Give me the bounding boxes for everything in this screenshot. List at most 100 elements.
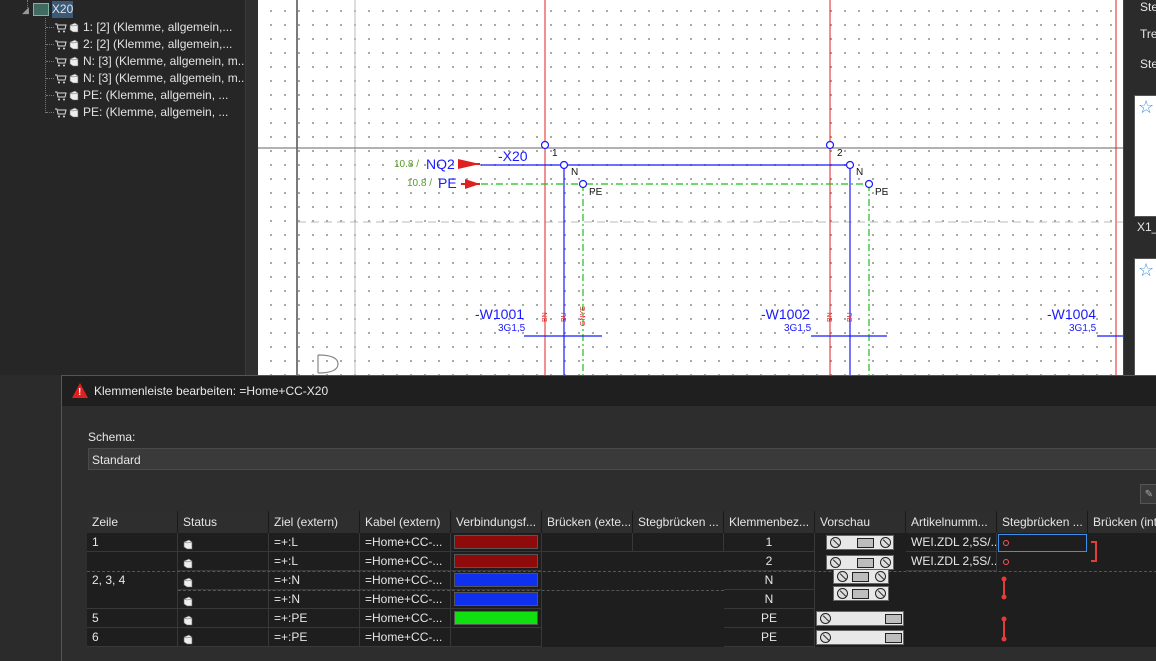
tree-item-terminal[interactable]: N: [3] (Klemme, allgemein, m...	[55, 53, 248, 70]
tree-item-terminal[interactable]: N: [3] (Klemme, allgemein, m...	[55, 70, 248, 87]
right-panel-item[interactable]: Tre	[1140, 27, 1156, 41]
terminal-preview	[816, 611, 904, 626]
col-header-ziel[interactable]: Ziel (extern)	[269, 511, 360, 533]
terminal-box-icon	[857, 558, 874, 568]
core-label: BU	[561, 312, 568, 322]
tree-item-terminal[interactable]: PE: (Klemme, allgemein, ...	[55, 104, 228, 121]
cell-artikelnummer[interactable]: WEI.ZDL 2,5S/...	[906, 533, 997, 552]
schema-select[interactable]: Standard	[88, 448, 1156, 470]
col-header-zeile[interactable]: Zeile	[87, 511, 178, 533]
cell-ziel[interactable]: =+:N	[269, 571, 360, 590]
cross-ref-nq2[interactable]: 10.8 /	[394, 159, 419, 170]
cell-kabel[interactable]: =Home+CC-...	[360, 609, 451, 628]
col-header-artikelnummer[interactable]: Artikelnumm...	[906, 511, 997, 533]
col-header-stegbruecken-intern[interactable]: Stegbrücken ...	[997, 511, 1088, 533]
cell-klemmenbez[interactable]: 2	[724, 552, 815, 571]
dialog-titlebar[interactable]: ! Klemmenleiste bearbeiten: =Home+CC-X20	[62, 376, 1156, 406]
cell-klemmenbez[interactable]: N	[724, 590, 815, 609]
cell-status[interactable]	[178, 571, 269, 590]
thumbnail-box[interactable]: ☆	[1134, 95, 1156, 217]
screw-icon	[875, 571, 886, 582]
right-panel-item[interactable]: Ste	[1140, 57, 1156, 71]
tree-item-terminal[interactable]: 2: [2] (Klemme, allgemein,...	[55, 36, 232, 53]
terminal-point	[864, 179, 874, 189]
col-header-klemmenbez[interactable]: Klemmenbez...	[724, 511, 815, 533]
col-header-bruecken-extern[interactable]: Brücken (exte...	[542, 511, 633, 533]
cell-zeile[interactable]: 5	[87, 609, 178, 628]
color-swatch	[454, 611, 538, 625]
cell-color[interactable]	[451, 590, 542, 609]
terminal-cube-icon	[183, 596, 193, 607]
terminal-grid[interactable]: Zeile Status Ziel (extern) Kabel (extern…	[87, 511, 1156, 647]
tree-line	[46, 95, 54, 96]
expand-arrow-icon[interactable]: ◢	[22, 5, 29, 15]
col-header-status[interactable]: Status	[178, 511, 269, 533]
tree-item-terminal[interactable]: PE: (Klemme, allgemein, ...	[55, 87, 228, 104]
col-header-kabel[interactable]: Kabel (extern)	[360, 511, 451, 533]
cell-kabel[interactable]: =Home+CC-...	[360, 533, 451, 552]
selected-cell[interactable]	[998, 534, 1087, 552]
favorite-star-icon[interactable]: ☆	[1138, 98, 1154, 116]
terminal-cube-icon	[69, 56, 79, 67]
tree-item-terminal[interactable]: 1: [2] (Klemme, allgemein,...	[55, 19, 232, 36]
tree-node-x20[interactable]: ◢ X20	[22, 1, 74, 18]
cell-color[interactable]	[451, 533, 542, 552]
cell-kabel[interactable]: =Home+CC-...	[360, 571, 451, 590]
terminal-cube-icon	[69, 73, 79, 84]
core-label: BN	[542, 312, 549, 322]
cell-status[interactable]	[178, 628, 269, 647]
cell-status[interactable]	[178, 609, 269, 628]
cross-ref-pe[interactable]: 10.8 /	[407, 178, 432, 189]
cable-name-w1001[interactable]: -W1001	[475, 306, 524, 322]
schematic-drawing	[258, 0, 1123, 375]
cell-status[interactable]	[178, 533, 269, 552]
right-panel-item[interactable]: Ste	[1140, 0, 1156, 14]
cell-zeile[interactable]: 2, 3, 4	[87, 552, 178, 609]
cell-zeile[interactable]: 6	[87, 628, 178, 647]
cell-color[interactable]	[451, 609, 542, 628]
cell-klemmenbez[interactable]: N	[724, 571, 815, 590]
terminal-preview	[816, 630, 904, 645]
terminal-pe-right: PE	[875, 187, 889, 198]
color-swatch	[454, 573, 538, 587]
cell-kabel[interactable]: =Home+CC-...	[360, 628, 451, 647]
col-header-stegbruecken-extern[interactable]: Stegbrücken ...	[633, 511, 724, 533]
core-label: BU	[847, 312, 854, 322]
cell-kabel[interactable]: =Home+CC-...	[360, 590, 451, 609]
cell-klemmenbez[interactable]: PE	[724, 609, 815, 628]
terminal-strip-dialog: ! Klemmenleiste bearbeiten: =Home+CC-X20…	[61, 375, 1156, 661]
terminal-strip-label: -X20	[498, 148, 528, 164]
terminal-box-icon	[852, 572, 869, 582]
tree-scrollbar[interactable]	[245, 0, 258, 375]
project-tree-panel: ◢ X20 1: [2] (Klemme, allgemein,... 2: [2]…	[0, 0, 248, 375]
cell-ziel[interactable]: =+:PE	[269, 628, 360, 647]
cell-color[interactable]	[451, 628, 542, 647]
col-header-bruecken-intern[interactable]: Brücken (int	[1088, 511, 1156, 533]
cell-zeile[interactable]: 1	[87, 533, 178, 552]
cell-status[interactable]	[178, 552, 269, 571]
cell-kabel[interactable]: =Home+CC-...	[360, 552, 451, 571]
col-header-vorschau[interactable]: Vorschau	[815, 511, 906, 533]
cell-ziel[interactable]: =+:N	[269, 590, 360, 609]
edit-tool-icon[interactable]: ✎	[1140, 484, 1156, 504]
cell-color[interactable]	[451, 571, 542, 590]
cell-stegbruecken-extern[interactable]	[633, 533, 724, 552]
cable-name-w1002[interactable]: -W1002	[761, 306, 810, 322]
dialog-title: Klemmenleiste bearbeiten: =Home+CC-X20	[94, 384, 329, 398]
cell-klemmenbez[interactable]: PE	[724, 628, 815, 647]
cell-klemmenbez[interactable]: 1	[724, 533, 815, 552]
cell-ziel[interactable]: =+:PE	[269, 609, 360, 628]
col-header-verbindungsfarbe[interactable]: Verbindungsf...	[451, 511, 542, 533]
cell-bruecken-extern[interactable]	[542, 533, 633, 552]
cell-ziel[interactable]: =+:L	[269, 533, 360, 552]
cable-name-w1004[interactable]: -W1004	[1047, 306, 1096, 322]
cell-status[interactable]	[178, 590, 269, 609]
cell-ziel[interactable]: =+:L	[269, 552, 360, 571]
terminal-point	[845, 160, 855, 170]
schematic-canvas[interactable]: -X20 10.8 / NQ2 10.8 / PE 1 2 N N PE PE …	[258, 0, 1123, 375]
terminal-cube-icon	[183, 634, 193, 645]
cell-artikelnummer[interactable]: WEI.ZDL 2,5S/...	[906, 552, 997, 571]
thumbnail-box[interactable]: ☆	[1134, 258, 1156, 377]
cell-color[interactable]	[451, 552, 542, 571]
favorite-star-icon[interactable]: ☆	[1138, 261, 1154, 279]
